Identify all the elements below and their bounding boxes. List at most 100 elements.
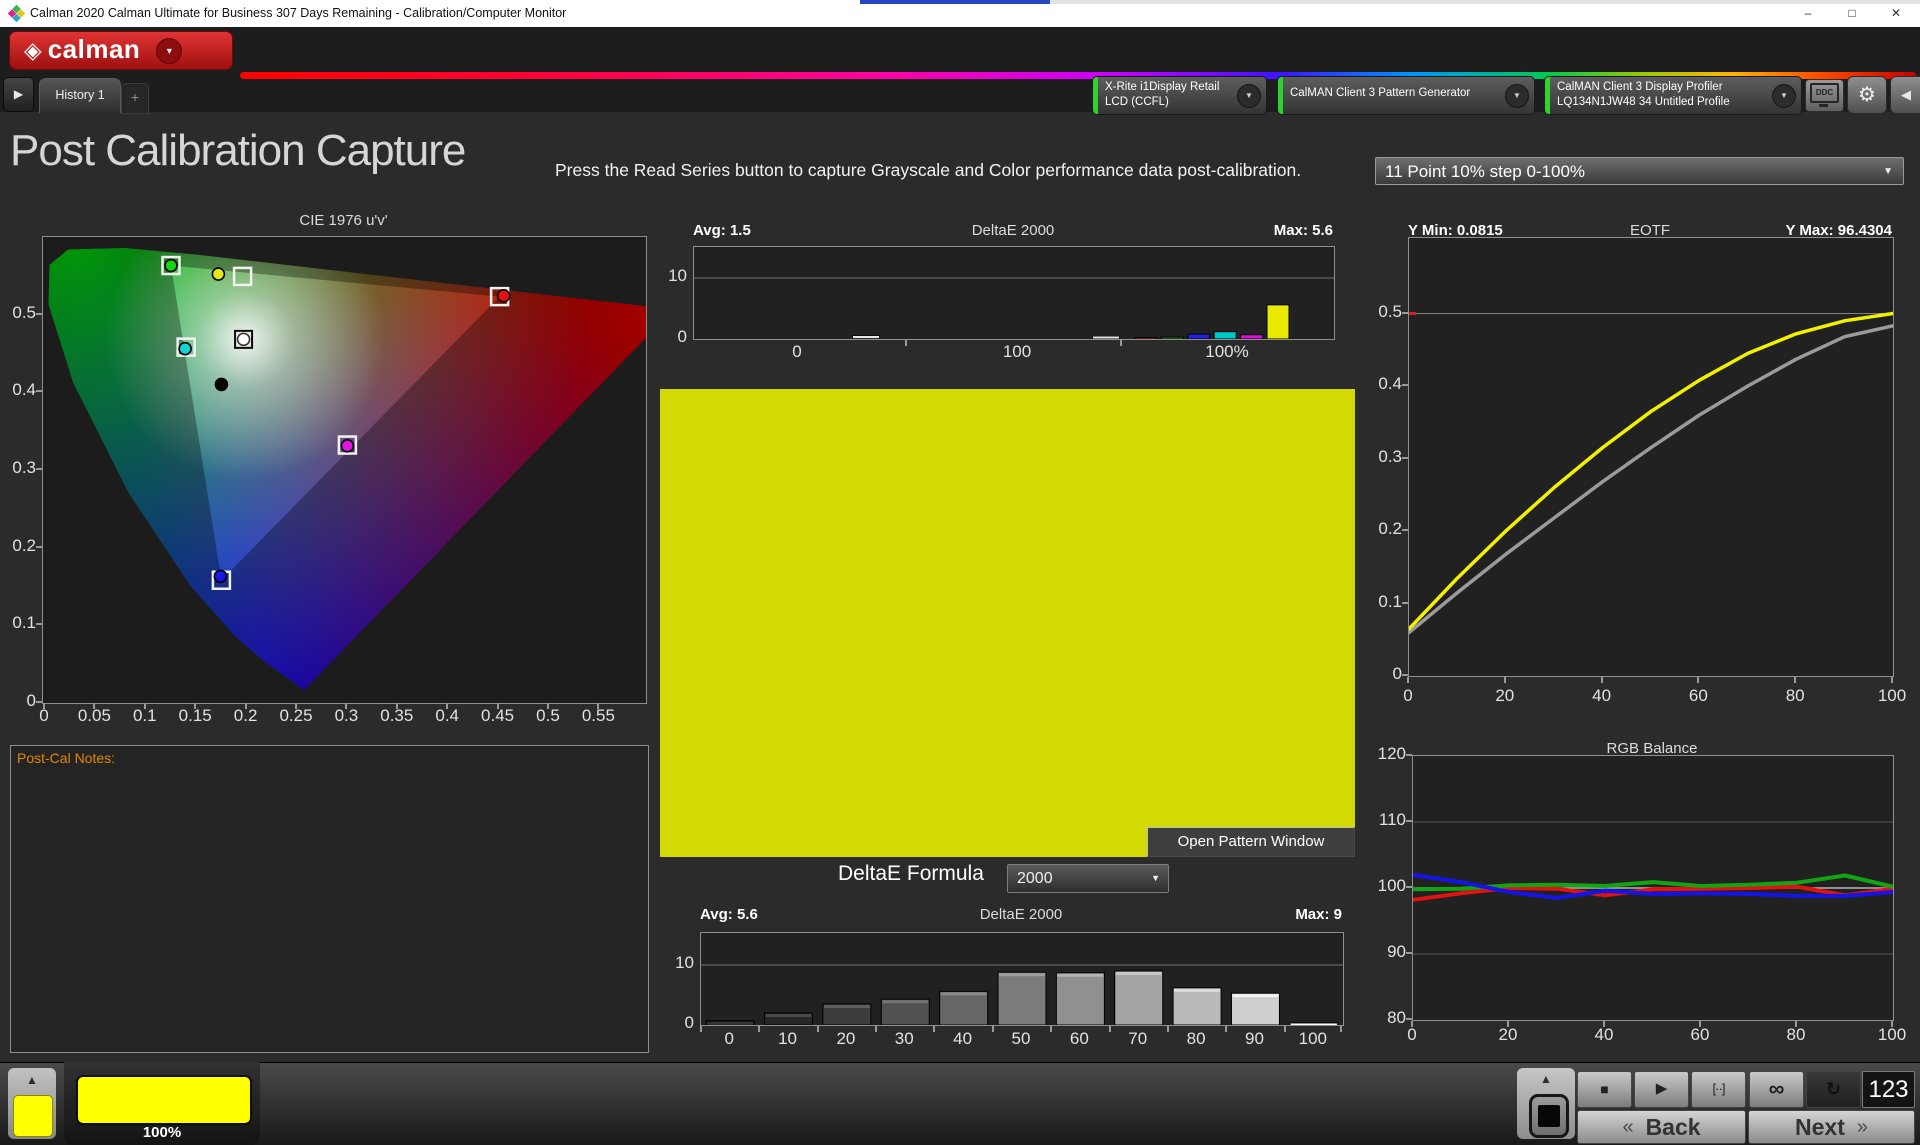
deltae-top-max: Max: 5.6 bbox=[693, 222, 1333, 239]
page-title: Post Calibration Capture bbox=[10, 126, 465, 176]
deltae-top-y-tick: 0 bbox=[649, 327, 687, 347]
eotf-x-tick-label: 100 bbox=[1878, 686, 1906, 706]
meter-dropdown[interactable]: X-Rite i1Display Retail LCD (CCFL) ▼ bbox=[1092, 76, 1267, 115]
rgb-y-tick-label: 120 bbox=[1356, 744, 1406, 764]
tick-mark bbox=[1402, 384, 1408, 386]
deltae-bottom-x-label: 10 bbox=[778, 1029, 797, 1049]
expand-up-icon[interactable]: ▲ bbox=[1517, 1068, 1575, 1092]
deltae-bottom-x-label: 20 bbox=[836, 1029, 855, 1049]
rgb-x-tick-label: 60 bbox=[1691, 1025, 1710, 1045]
add-tab-button[interactable]: + bbox=[121, 83, 149, 114]
cie-y-tick-label: 0.3 bbox=[0, 458, 36, 478]
continuous-measure-button[interactable]: ∞ bbox=[1749, 1071, 1804, 1108]
cie-x-tick-label: 0.15 bbox=[179, 706, 212, 726]
tick-mark bbox=[1225, 1026, 1227, 1032]
tick-mark bbox=[36, 313, 42, 315]
tick-mark bbox=[1402, 312, 1408, 314]
cie-y-tick-label: 0.1 bbox=[0, 613, 36, 633]
post-cal-notes-box[interactable]: Post-Cal Notes: bbox=[10, 745, 649, 1053]
deltae-formula-label: DeltaE Formula bbox=[838, 862, 984, 886]
deltae-formula-dropdown[interactable]: 2000 ▼ bbox=[1007, 864, 1169, 893]
cie-y-tick-label: 0.5 bbox=[0, 303, 36, 323]
back-button[interactable]: « Back bbox=[1577, 1110, 1746, 1144]
cie-y-tick-label: 0 bbox=[0, 691, 36, 711]
tab-history-1[interactable]: History 1 bbox=[39, 78, 121, 113]
chevron-down-icon[interactable]: ▼ bbox=[1772, 84, 1796, 108]
deltae-top-y-tick: 10 bbox=[649, 266, 687, 286]
chevron-down-icon[interactable]: ▼ bbox=[1505, 84, 1529, 108]
cie-x-tick-label: 0.4 bbox=[435, 706, 459, 726]
single-measure-button[interactable]: [··] bbox=[1691, 1071, 1746, 1108]
top-strip bbox=[1050, 0, 1920, 4]
eotf-x-tick-label: 60 bbox=[1689, 686, 1708, 706]
tick-mark bbox=[905, 340, 907, 346]
back-label: Back bbox=[1646, 1114, 1701, 1141]
eotf-x-tick-label: 80 bbox=[1786, 686, 1805, 706]
tick-mark bbox=[43, 703, 45, 709]
maximize-button[interactable]: □ bbox=[1830, 0, 1874, 27]
tick-mark bbox=[1891, 677, 1893, 683]
pattern-color-swatch[interactable] bbox=[13, 1095, 53, 1137]
tick-mark bbox=[1507, 1021, 1509, 1027]
chevron-down-icon[interactable]: ▼ bbox=[1237, 84, 1261, 108]
stop-all-button[interactable] bbox=[1529, 1094, 1569, 1138]
rgb-balance-title: RGB Balance bbox=[1412, 740, 1892, 757]
tab-scroll-button[interactable]: ▶ bbox=[3, 77, 34, 112]
chevron-left-icon: « bbox=[1622, 1116, 1633, 1139]
page-instruction: Press the Read Series button to capture … bbox=[555, 160, 1301, 181]
cie-y-tick-label: 0.2 bbox=[0, 536, 36, 556]
tick-mark bbox=[992, 1026, 994, 1032]
tick-mark bbox=[497, 703, 499, 709]
display-profiler-dropdown[interactable]: CalMAN Client 3 Display Profiler LQ134N1… bbox=[1544, 76, 1802, 115]
cie-y-tick-label: 0.4 bbox=[0, 380, 36, 400]
deltae-bottom-x-label: 40 bbox=[953, 1029, 972, 1049]
tick-mark bbox=[295, 703, 297, 709]
calman-logo-icon: ◈ bbox=[24, 32, 42, 69]
eotf-x-tick-label: 0 bbox=[1403, 686, 1412, 706]
tick-mark bbox=[36, 390, 42, 392]
refresh-button[interactable]: ↻ bbox=[1806, 1071, 1861, 1108]
rgb-x-tick-label: 100 bbox=[1878, 1025, 1906, 1045]
play-button[interactable]: ▶ bbox=[1634, 1071, 1689, 1108]
open-pattern-window-button[interactable]: Open Pattern Window bbox=[1147, 827, 1355, 857]
deltae-bottom-x-label: 90 bbox=[1245, 1029, 1264, 1049]
minimize-button[interactable]: – bbox=[1786, 0, 1830, 27]
app-chrome: ◈ calman ▼ ▶ History 1 + X-Rite i1Displa… bbox=[0, 27, 1920, 112]
single-measure-icon: [··] bbox=[1713, 1072, 1725, 1106]
close-button[interactable]: ✕ bbox=[1874, 0, 1918, 27]
tick-mark bbox=[875, 1026, 877, 1032]
cie-x-tick-label: 0.25 bbox=[279, 706, 312, 726]
stop-button[interactable]: ■ bbox=[1577, 1071, 1632, 1108]
tick-mark bbox=[1697, 677, 1699, 683]
collapse-panel-button[interactable]: ◀ bbox=[1890, 76, 1920, 114]
tick-mark bbox=[758, 1026, 760, 1032]
eotf-y-tick-label: 0.1 bbox=[1352, 592, 1402, 612]
deltae-bottom-x-label: 60 bbox=[1070, 1029, 1089, 1049]
pattern-color-panel: ▲ bbox=[8, 1068, 56, 1139]
cie-x-tick-label: 0.2 bbox=[234, 706, 258, 726]
cie-x-tick-label: 0.45 bbox=[481, 706, 514, 726]
chevron-down-icon: ▼ bbox=[1883, 158, 1893, 186]
point-preset-dropdown[interactable]: 11 Point 10% step 0-100% ▼ bbox=[1375, 157, 1904, 185]
tick-mark bbox=[1120, 340, 1122, 346]
deltae-bottom-y-tick: 10 bbox=[656, 953, 694, 973]
ddc-button[interactable]: DDC bbox=[1805, 79, 1844, 112]
stop-panel: ▲ bbox=[1517, 1068, 1575, 1139]
tick-mark bbox=[1402, 457, 1408, 459]
expand-up-icon[interactable]: ▲ bbox=[8, 1068, 56, 1094]
eotf-y-tick-label: 0.4 bbox=[1352, 374, 1402, 394]
tick-mark bbox=[1891, 1021, 1893, 1027]
pattern-preview[interactable] bbox=[660, 389, 1355, 857]
deltae-formula-value: 2000 bbox=[1017, 870, 1053, 887]
refresh-icon: ↻ bbox=[1826, 1072, 1841, 1106]
calman-menu-button[interactable]: ◈ calman ▼ bbox=[9, 31, 233, 70]
settings-gear-button[interactable]: ⚙ bbox=[1847, 76, 1887, 114]
pattern-level-swatch[interactable] bbox=[76, 1075, 252, 1125]
deltae-bottom-x-label: 100 bbox=[1299, 1029, 1327, 1049]
tick-mark bbox=[1284, 1026, 1286, 1032]
pattern-generator-dropdown[interactable]: CalMAN Client 3 Pattern Generator ▼ bbox=[1277, 76, 1535, 115]
rgb-x-tick-label: 80 bbox=[1787, 1025, 1806, 1045]
rgb-x-tick-label: 20 bbox=[1499, 1025, 1518, 1045]
tick-mark bbox=[1167, 1026, 1169, 1032]
next-button[interactable]: Next » bbox=[1748, 1110, 1915, 1144]
